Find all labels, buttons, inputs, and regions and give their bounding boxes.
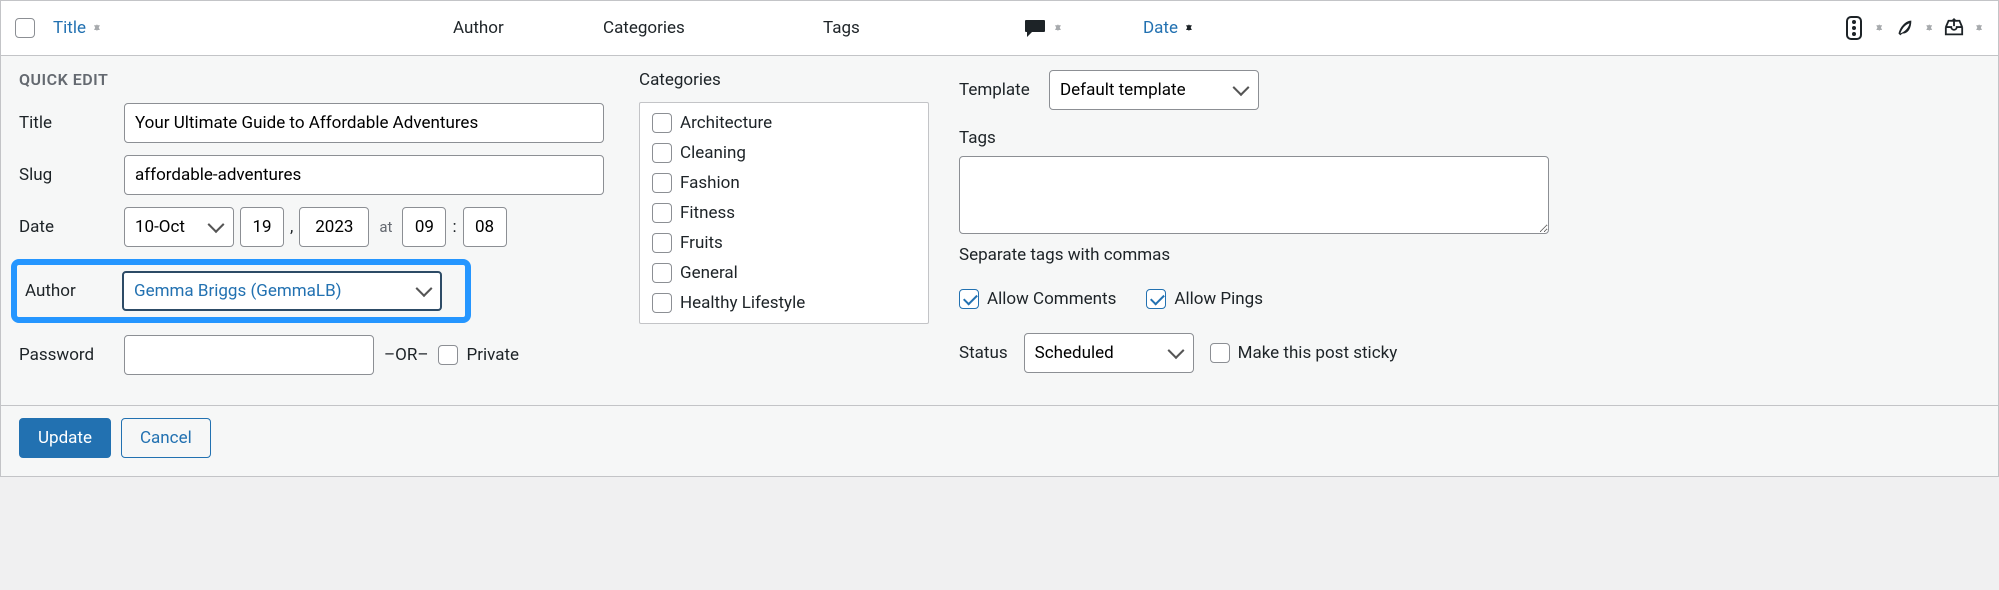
sort-icon: ▲▼ xyxy=(1184,23,1194,33)
quick-edit-categories: Categories Architecture Cleaning Fashion… xyxy=(639,70,939,387)
category-item[interactable]: Fruits xyxy=(652,233,916,253)
category-item[interactable]: Architecture xyxy=(652,113,916,133)
category-checkbox[interactable] xyxy=(652,143,672,163)
category-item[interactable]: Healthy Lifestyle xyxy=(652,293,916,313)
cancel-button[interactable]: Cancel xyxy=(121,418,211,458)
category-checkbox[interactable] xyxy=(652,173,672,193)
category-label: Architecture xyxy=(680,113,772,133)
author-row-highlight: Author Gemma Briggs (GemmaLB) xyxy=(11,259,471,323)
tags-hint: Separate tags with commas xyxy=(959,245,1579,265)
template-select[interactable]: Default template xyxy=(1049,70,1259,110)
category-checkbox[interactable] xyxy=(652,293,672,313)
column-tags[interactable]: Tags xyxy=(823,18,1023,38)
categories-list[interactable]: Architecture Cleaning Fashion Fitness Fr… xyxy=(639,102,929,324)
quick-edit-actions: Update Cancel xyxy=(0,406,1999,477)
sticky-checkbox[interactable] xyxy=(1210,343,1230,363)
category-label: Fitness xyxy=(680,203,735,223)
password-input[interactable] xyxy=(124,335,374,375)
title-label: Title xyxy=(19,113,124,133)
allow-comments-checkbox[interactable] xyxy=(959,289,979,309)
outbox-icon[interactable] xyxy=(1942,16,1966,40)
category-checkbox[interactable] xyxy=(652,263,672,283)
category-checkbox[interactable] xyxy=(652,203,672,223)
sort-icon: ▲▼ xyxy=(1874,23,1884,33)
category-label: Healthy Lifestyle xyxy=(680,293,805,313)
header-extra-columns: ▲▼ ▲▼ ▲▼ xyxy=(1842,16,1990,40)
status-label: Status xyxy=(959,343,1008,363)
quick-edit-right: Template Default template Tags Separate … xyxy=(959,70,1579,387)
table-header: Title ▲▼ Author Categories Tags ▲▼ Date … xyxy=(0,0,1999,56)
allow-comments-label[interactable]: Allow Comments xyxy=(959,289,1116,309)
categories-heading: Categories xyxy=(639,70,939,90)
category-item[interactable]: Fitness xyxy=(652,203,916,223)
category-label: Fruits xyxy=(680,233,723,253)
sort-icon: ▲▼ xyxy=(1924,23,1934,33)
column-author[interactable]: Author xyxy=(453,18,603,38)
column-title[interactable]: Title ▲▼ xyxy=(53,18,453,38)
private-checkbox[interactable] xyxy=(438,345,458,365)
or-label: –OR– xyxy=(384,345,428,365)
author-select[interactable]: Gemma Briggs (GemmaLB) xyxy=(122,271,442,311)
category-label: General xyxy=(680,263,738,283)
column-date[interactable]: Date ▲▼ xyxy=(1143,18,1313,38)
password-label: Password xyxy=(19,345,124,365)
column-comments[interactable]: ▲▼ xyxy=(1023,16,1143,40)
allow-pings-checkbox[interactable] xyxy=(1146,289,1166,309)
quick-edit-panel: QUICK EDIT Title Slug Date 10-Oct , at xyxy=(0,56,1999,406)
sort-icon: ▲▼ xyxy=(1053,23,1063,33)
update-button[interactable]: Update xyxy=(19,418,111,458)
select-all-checkbox[interactable] xyxy=(15,18,35,38)
allow-pings-label[interactable]: Allow Pings xyxy=(1146,289,1263,309)
status-select[interactable]: Scheduled xyxy=(1024,333,1194,373)
category-item[interactable]: General xyxy=(652,263,916,283)
private-checkbox-label[interactable]: Private xyxy=(438,345,519,365)
quick-edit-heading: QUICK EDIT xyxy=(19,70,619,89)
month-select[interactable]: 10-Oct xyxy=(124,207,234,247)
tags-label: Tags xyxy=(959,128,1579,148)
at-label: at xyxy=(379,218,392,236)
column-date-label: Date xyxy=(1143,18,1178,38)
year-input[interactable] xyxy=(299,207,369,247)
category-label: Fashion xyxy=(680,173,740,193)
day-input[interactable] xyxy=(240,207,284,247)
slug-label: Slug xyxy=(19,165,124,185)
date-label: Date xyxy=(19,217,124,237)
comma-separator: , xyxy=(290,217,293,237)
private-text: Private xyxy=(466,345,519,365)
sticky-label[interactable]: Make this post sticky xyxy=(1210,343,1398,363)
category-item[interactable]: Fashion xyxy=(652,173,916,193)
author-label: Author xyxy=(25,281,122,301)
column-title-label: Title xyxy=(53,18,86,38)
sort-icon: ▲▼ xyxy=(1974,23,1984,33)
category-checkbox[interactable] xyxy=(652,113,672,133)
hour-input[interactable] xyxy=(402,207,446,247)
tags-input[interactable] xyxy=(959,156,1549,234)
column-categories[interactable]: Categories xyxy=(603,18,823,38)
sort-icon: ▲▼ xyxy=(92,23,102,33)
category-item[interactable]: Cleaning xyxy=(652,143,916,163)
comments-icon xyxy=(1023,16,1047,40)
allow-comments-text: Allow Comments xyxy=(987,289,1116,309)
slug-input[interactable] xyxy=(124,155,604,195)
allow-pings-text: Allow Pings xyxy=(1174,289,1263,309)
traffic-light-icon[interactable] xyxy=(1842,16,1866,40)
template-label: Template xyxy=(959,80,1049,100)
category-label: Cleaning xyxy=(680,143,746,163)
quick-edit-left: QUICK EDIT Title Slug Date 10-Oct , at xyxy=(19,70,619,387)
feather-icon[interactable] xyxy=(1892,16,1916,40)
sticky-text: Make this post sticky xyxy=(1238,343,1398,363)
category-checkbox[interactable] xyxy=(652,233,672,253)
title-input[interactable] xyxy=(124,103,604,143)
minute-input[interactable] xyxy=(463,207,507,247)
colon-separator: : xyxy=(452,217,456,237)
